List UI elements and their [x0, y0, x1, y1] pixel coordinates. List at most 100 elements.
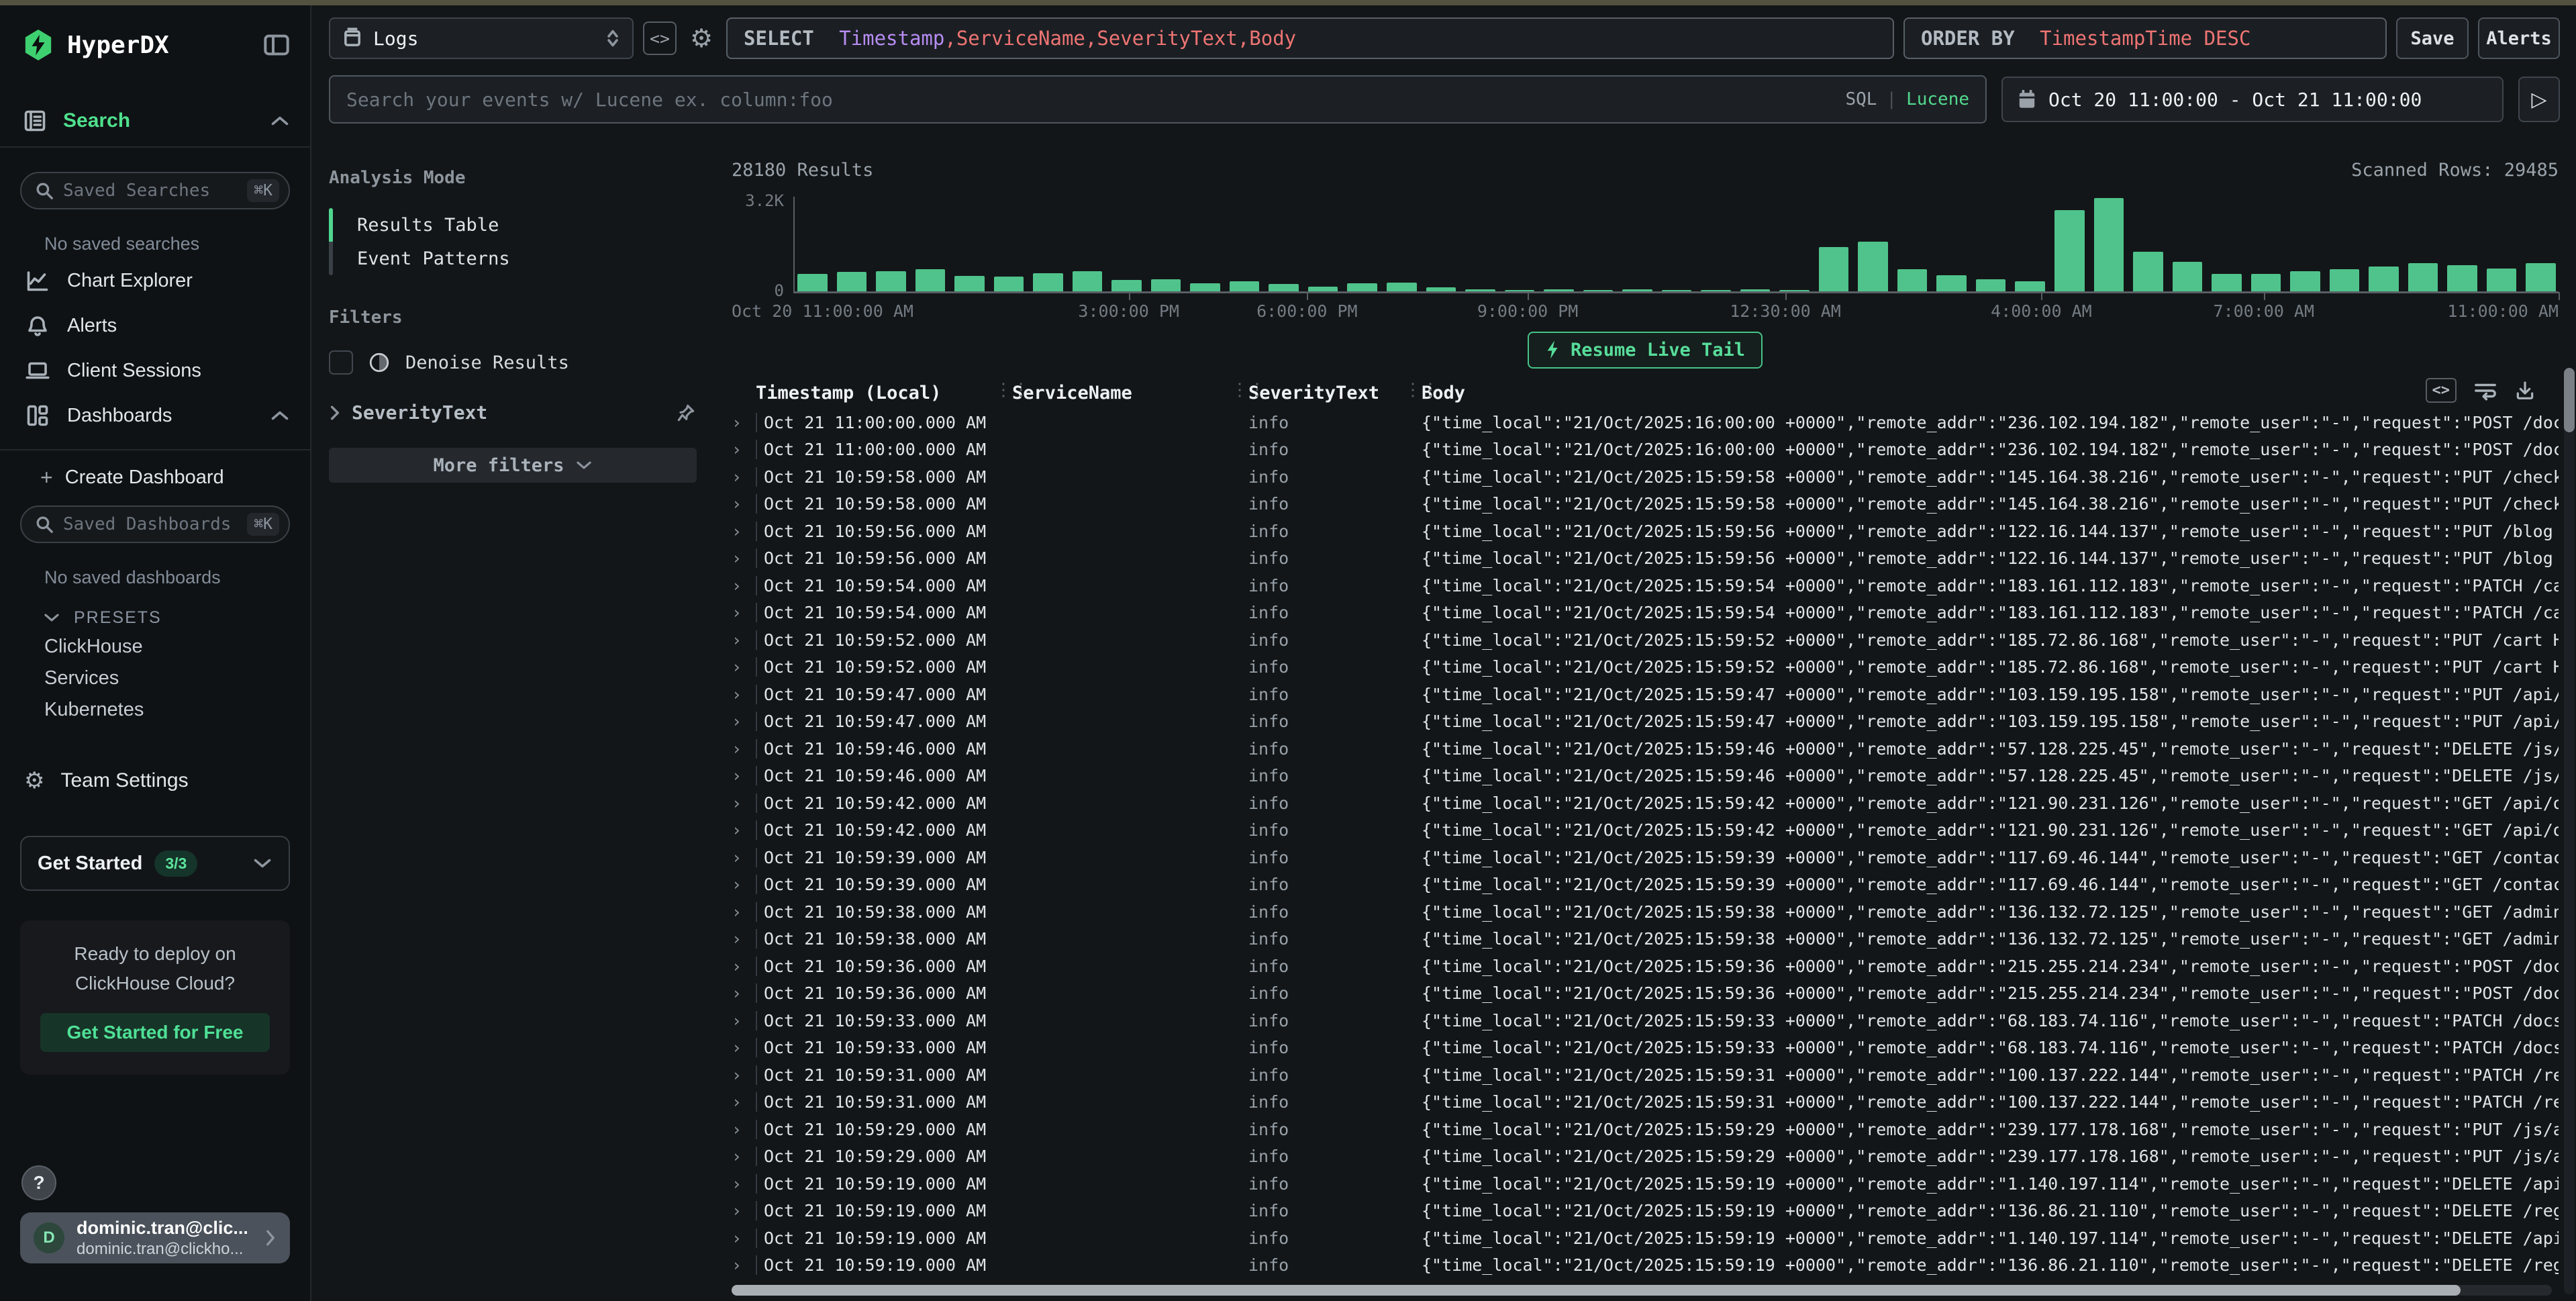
table-row[interactable]: ›Oct 21 10:59:19.000 AMinfo{"time_local"…	[732, 1224, 2559, 1252]
table-row[interactable]: ›Oct 21 10:59:31.000 AMinfo{"time_local"…	[732, 1089, 2559, 1116]
user-menu[interactable]: D dominic.tran@clic... dominic.tran@clic…	[20, 1212, 290, 1263]
horizontal-scrollbar-thumb[interactable]	[732, 1285, 2461, 1296]
run-search-button[interactable]: ▷	[2518, 77, 2560, 122]
presets-toggle[interactable]: PRESETS	[43, 604, 310, 631]
expand-json-icon[interactable]: <>	[2426, 378, 2457, 403]
tab-event-patterns[interactable]: Event Patterns	[333, 242, 510, 275]
sidebar-item-client-sessions[interactable]: Client Sessions	[26, 352, 290, 389]
help-button[interactable]: ?	[21, 1165, 56, 1200]
preset-item-services[interactable]: Services	[44, 663, 310, 694]
table-row[interactable]: ›Oct 21 10:59:54.000 AMinfo{"time_local"…	[732, 599, 2559, 627]
row-expand-chevron[interactable]: ›	[732, 1120, 756, 1139]
histogram-plot[interactable]	[793, 197, 2559, 293]
row-expand-chevron[interactable]: ›	[732, 1174, 756, 1194]
sidebar-collapse-icon[interactable]	[263, 34, 290, 56]
row-expand-chevron[interactable]: ›	[732, 957, 756, 976]
create-dashboard-button[interactable]: + Create Dashboard	[40, 459, 290, 496]
language-lucene-toggle[interactable]: Lucene	[1906, 89, 1969, 109]
row-expand-chevron[interactable]: ›	[732, 793, 756, 813]
search-input[interactable]: Search your events w/ Lucene ex. column:…	[329, 75, 1987, 124]
denoise-checkbox[interactable]	[329, 350, 353, 375]
row-expand-chevron[interactable]: ›	[732, 1201, 756, 1220]
table-row[interactable]: ›Oct 21 10:59:38.000 AMinfo{"time_local"…	[732, 926, 2559, 953]
source-settings-button[interactable]: ⚙	[686, 23, 717, 54]
preset-item-kubernetes[interactable]: Kubernetes	[44, 694, 310, 726]
date-range-picker[interactable]: Oct 20 11:00:00 - Oct 21 11:00:00	[2001, 77, 2504, 122]
sql-editor-toggle-button[interactable]: <>	[643, 21, 677, 55]
pin-icon[interactable]	[675, 402, 697, 424]
column-header-servicename[interactable]: ⋮⋮ServiceName	[1012, 383, 1248, 403]
row-expand-chevron[interactable]: ›	[732, 548, 756, 568]
facet-severitytext[interactable]: SeverityText	[329, 401, 697, 424]
table-row[interactable]: ›Oct 21 11:00:00.000 AMinfo{"time_local"…	[732, 436, 2559, 464]
row-expand-chevron[interactable]: ›	[732, 657, 756, 677]
column-header-body[interactable]: ⋮⋮Body	[1422, 383, 2559, 403]
table-row[interactable]: ›Oct 21 10:59:39.000 AMinfo{"time_local"…	[732, 871, 2559, 899]
table-row[interactable]: ›Oct 21 10:59:47.000 AMinfo{"time_local"…	[732, 681, 2559, 708]
table-row[interactable]: ›Oct 21 10:59:29.000 AMinfo{"time_local"…	[732, 1143, 2559, 1171]
table-row[interactable]: ›Oct 21 10:59:19.000 AMinfo{"time_local"…	[732, 1252, 2559, 1280]
table-row[interactable]: ›Oct 21 10:59:42.000 AMinfo{"time_local"…	[732, 817, 2559, 845]
row-expand-chevron[interactable]: ›	[732, 440, 756, 459]
row-expand-chevron[interactable]: ›	[732, 875, 756, 894]
row-expand-chevron[interactable]: ›	[732, 1147, 756, 1166]
row-expand-chevron[interactable]: ›	[732, 1092, 756, 1112]
row-expand-chevron[interactable]: ›	[732, 1228, 756, 1248]
get-started-toggle[interactable]: Get Started 3/3	[20, 836, 290, 891]
table-row[interactable]: ›Oct 21 10:59:56.000 AMinfo{"time_local"…	[732, 545, 2559, 573]
table-row[interactable]: ›Oct 21 10:59:39.000 AMinfo{"time_local"…	[732, 844, 2559, 871]
table-row[interactable]: ›Oct 21 10:59:54.000 AMinfo{"time_local"…	[732, 572, 2559, 599]
table-row[interactable]: ›Oct 21 10:59:46.000 AMinfo{"time_local"…	[732, 735, 2559, 763]
table-row[interactable]: ›Oct 21 10:59:36.000 AMinfo{"time_local"…	[732, 980, 2559, 1008]
language-sql-toggle[interactable]: SQL	[1845, 89, 1877, 109]
select-columns-input[interactable]: SELECT Timestamp,ServiceName,SeverityTex…	[726, 17, 1894, 59]
table-row[interactable]: ›Oct 21 10:59:17.000 AMinfo{"time_local"…	[732, 1279, 2559, 1282]
row-expand-chevron[interactable]: ›	[732, 467, 756, 487]
column-resize-handle[interactable]: ⋮⋮	[995, 380, 1030, 400]
column-resize-handle[interactable]: ⋮⋮	[1404, 380, 1439, 400]
row-expand-chevron[interactable]: ›	[732, 685, 756, 704]
more-filters-button[interactable]: More filters	[329, 448, 697, 483]
row-expand-chevron[interactable]: ›	[732, 413, 756, 432]
row-expand-chevron[interactable]: ›	[732, 494, 756, 514]
column-resize-handle[interactable]: ⋮⋮	[1231, 380, 1266, 400]
row-expand-chevron[interactable]: ›	[732, 820, 756, 840]
row-expand-chevron[interactable]: ›	[732, 929, 756, 949]
alerts-button[interactable]: Alerts	[2478, 17, 2560, 59]
table-row[interactable]: ›Oct 21 10:59:46.000 AMinfo{"time_local"…	[732, 763, 2559, 790]
chevron-up-icon[interactable]	[270, 115, 290, 127]
table-row[interactable]: ›Oct 21 10:59:56.000 AMinfo{"time_local"…	[732, 518, 2559, 545]
results-histogram[interactable]: 3.2K 0	[732, 197, 2559, 293]
row-expand-chevron[interactable]: ›	[732, 902, 756, 922]
table-row[interactable]: ›Oct 21 10:59:19.000 AMinfo{"time_local"…	[732, 1170, 2559, 1198]
table-row[interactable]: ›Oct 21 10:59:52.000 AMinfo{"time_local"…	[732, 654, 2559, 681]
table-row[interactable]: ›Oct 21 10:59:42.000 AMinfo{"time_local"…	[732, 789, 2559, 817]
horizontal-scrollbar[interactable]	[732, 1285, 2552, 1296]
wrap-text-icon[interactable]	[2474, 381, 2497, 401]
table-row[interactable]: ›Oct 21 10:59:47.000 AMinfo{"time_local"…	[732, 708, 2559, 736]
saved-dashboards-input[interactable]: Saved Dashboards ⌘K	[20, 505, 290, 543]
row-expand-chevron[interactable]: ›	[732, 983, 756, 1003]
table-row[interactable]: ›Oct 21 10:59:52.000 AMinfo{"time_local"…	[732, 626, 2559, 654]
table-row[interactable]: ›Oct 21 10:59:31.000 AMinfo{"time_local"…	[732, 1061, 2559, 1089]
table-row[interactable]: ›Oct 21 10:59:38.000 AMinfo{"time_local"…	[732, 898, 2559, 926]
row-expand-chevron[interactable]: ›	[732, 630, 756, 650]
sidebar-item-chart-explorer[interactable]: Chart Explorer	[26, 262, 290, 299]
download-icon[interactable]	[2514, 380, 2536, 401]
sidebar-item-dashboards[interactable]: Dashboards	[26, 397, 290, 434]
preset-item-clickhouse[interactable]: ClickHouse	[44, 631, 310, 663]
sidebar-item-alerts[interactable]: Alerts	[26, 307, 290, 344]
vertical-scrollbar-thumb[interactable]	[2564, 368, 2575, 432]
table-row[interactable]: ›Oct 21 10:59:58.000 AMinfo{"time_local"…	[732, 463, 2559, 491]
source-select[interactable]: Logs	[329, 17, 634, 59]
row-expand-chevron[interactable]: ›	[732, 1038, 756, 1057]
row-expand-chevron[interactable]: ›	[732, 576, 756, 595]
sidebar-item-search[interactable]: Search	[23, 102, 290, 140]
row-expand-chevron[interactable]: ›	[732, 603, 756, 622]
vertical-scrollbar[interactable]	[2564, 368, 2575, 1294]
table-row[interactable]: ›Oct 21 10:59:36.000 AMinfo{"time_local"…	[732, 953, 2559, 980]
row-expand-chevron[interactable]: ›	[732, 522, 756, 541]
column-header-severitytext[interactable]: ⋮⋮SeverityText	[1248, 383, 1422, 403]
table-row[interactable]: ›Oct 21 10:59:29.000 AMinfo{"time_local"…	[732, 1116, 2559, 1143]
row-expand-chevron[interactable]: ›	[732, 739, 756, 759]
